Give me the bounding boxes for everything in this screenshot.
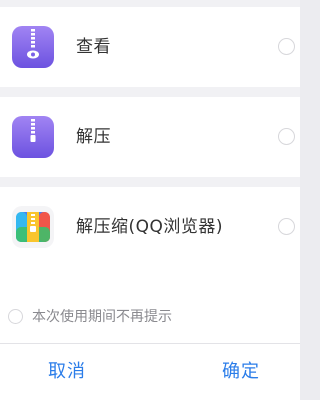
option-extract[interactable]: 解压 <box>0 97 300 177</box>
option-label: 查看 <box>76 37 111 57</box>
zip-extract-icon <box>12 116 54 158</box>
option-radio[interactable] <box>278 218 295 235</box>
qq-browser-zip-icon <box>12 206 54 248</box>
remember-choice-row[interactable]: 本次使用期间不再提示 <box>0 300 300 334</box>
remember-label: 本次使用期间不再提示 <box>32 309 172 325</box>
open-with-sheet: 查看 解压 解压缩(QQ浏览器) 本次使用期间不再提示 取消 确定 <box>0 0 300 400</box>
option-radio[interactable] <box>278 128 295 145</box>
option-label: 解压 <box>76 127 111 147</box>
option-radio[interactable] <box>278 38 295 55</box>
confirm-button[interactable]: 确定 <box>196 344 286 400</box>
option-qq-browser-extract[interactable]: 解压缩(QQ浏览器) <box>0 187 300 267</box>
option-view[interactable]: 查看 <box>0 7 300 87</box>
cancel-button[interactable]: 取消 <box>22 344 112 400</box>
zip-view-icon <box>12 26 54 68</box>
remember-checkbox[interactable] <box>8 309 23 324</box>
option-label: 解压缩(QQ浏览器) <box>76 217 224 237</box>
